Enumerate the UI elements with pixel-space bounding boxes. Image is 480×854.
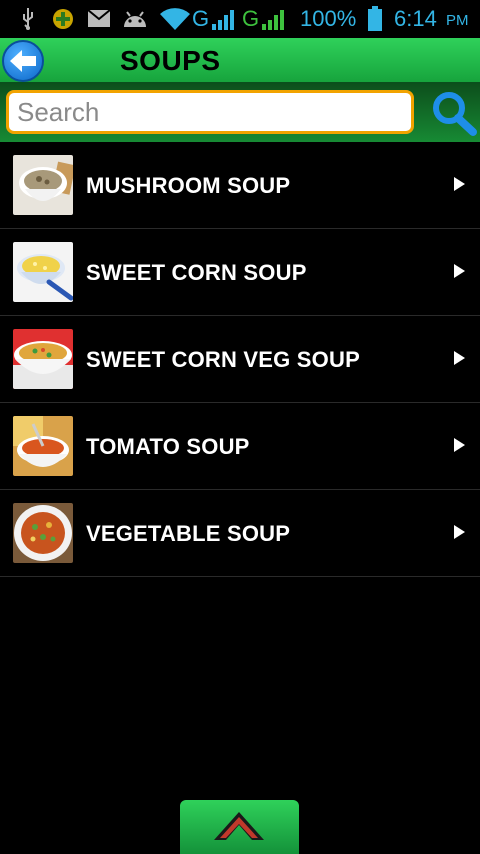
signal-icon <box>262 10 284 30</box>
soup-list: MUSHROOM SOUP SWEET CORN SOUP SWEET CORN… <box>0 142 480 577</box>
chevron-right-icon <box>454 351 465 365</box>
status-bar: G G 100% 6:14 PM <box>0 0 480 38</box>
search-input[interactable] <box>6 90 414 134</box>
battery-icon <box>368 6 382 31</box>
search-icon <box>433 92 477 136</box>
title-bar: SOUPS <box>0 38 480 84</box>
clock-ampm: PM <box>446 12 469 29</box>
network-type-2: G <box>242 6 260 31</box>
wifi-icon <box>160 8 190 30</box>
network-type-1: G <box>192 6 210 31</box>
vegetable-soup-thumbnail <box>13 503 73 563</box>
list-item-label: TOMATO SOUP <box>86 434 250 459</box>
search-bar <box>0 84 480 142</box>
sweet-corn-veg-soup-thumbnail <box>13 329 73 389</box>
list-item[interactable]: SWEET CORN VEG SOUP <box>0 316 480 403</box>
clock-time: 6:14 <box>394 6 437 31</box>
scroll-top-button[interactable] <box>180 800 299 854</box>
tomato-soup-thumbnail <box>13 416 73 476</box>
sweet-corn-soup-thumbnail <box>13 242 73 302</box>
list-item[interactable]: TOMATO SOUP <box>0 403 480 490</box>
mushroom-soup-thumbnail <box>13 155 73 215</box>
list-item[interactable]: VEGETABLE SOUP <box>0 490 480 577</box>
list-item-label: MUSHROOM SOUP <box>86 173 291 198</box>
signal-icon <box>212 10 234 30</box>
list-item-label: SWEET CORN SOUP <box>86 260 307 285</box>
chevron-right-icon <box>454 525 465 539</box>
android-icon <box>124 11 146 27</box>
list-item-label: VEGETABLE SOUP <box>86 521 291 546</box>
list-item[interactable]: SWEET CORN SOUP <box>0 229 480 316</box>
back-button[interactable] <box>2 40 44 82</box>
arrow-left-icon <box>10 50 36 72</box>
search-button[interactable] <box>430 90 478 136</box>
mail-icon <box>88 10 110 27</box>
list-item-label: SWEET CORN VEG SOUP <box>86 347 360 372</box>
settings-badge-icon <box>53 9 73 29</box>
chevron-right-icon <box>454 264 465 278</box>
chevron-right-icon <box>454 177 465 191</box>
battery-percent: 100% <box>300 6 357 31</box>
chevron-right-icon <box>454 438 465 452</box>
usb-icon <box>23 8 33 30</box>
chevron-up-icon <box>214 812 264 840</box>
list-item[interactable]: MUSHROOM SOUP <box>0 142 480 229</box>
page-title: SOUPS <box>120 45 221 76</box>
